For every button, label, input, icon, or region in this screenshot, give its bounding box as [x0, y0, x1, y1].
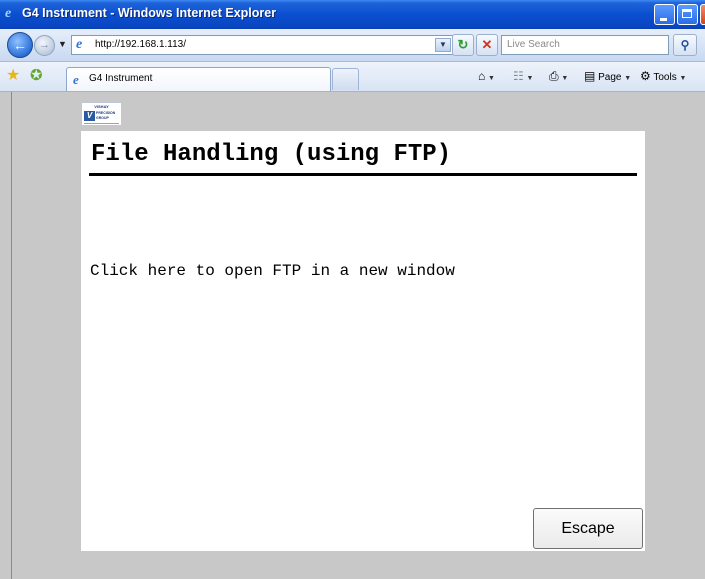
- logo-mark: V: [84, 111, 95, 121]
- escape-button[interactable]: Escape: [533, 508, 643, 549]
- page-icon: e: [76, 37, 83, 52]
- logo-sub-text: PRECISION GROUP: [96, 111, 116, 120]
- back-button[interactable]: ←: [7, 32, 33, 58]
- page-menu-label: Page: [598, 72, 622, 83]
- stop-button[interactable]: ✕: [476, 34, 498, 56]
- refresh-button[interactable]: ↻: [452, 34, 474, 56]
- logo-top-text: VISHAY: [94, 104, 109, 109]
- home-icon[interactable]: ⌂ ▼: [478, 69, 495, 83]
- new-tab-button[interactable]: [332, 68, 359, 90]
- page-menu-icon: ▤: [584, 69, 596, 83]
- tab-g4-instrument[interactable]: e G4 Instrument: [66, 67, 331, 91]
- minimize-button[interactable]: [654, 4, 675, 25]
- maximize-button[interactable]: [677, 4, 698, 25]
- page-title: File Handling (using FTP): [91, 141, 452, 168]
- page-icon: e: [73, 72, 79, 87]
- print-icon[interactable]: ⎙ ▼: [549, 69, 568, 84]
- address-url: http://192.168.1.113/: [95, 39, 187, 50]
- window-title: G4 Instrument - Windows Internet Explore…: [22, 6, 277, 20]
- gear-icon: ⚙: [640, 69, 651, 83]
- search-button[interactable]: ⚲: [673, 34, 697, 56]
- address-dropdown-button[interactable]: ▼: [435, 38, 451, 52]
- main-panel: File Handling (using FTP) Click here to …: [81, 131, 645, 551]
- close-button[interactable]: [700, 4, 705, 25]
- ie-logo-icon: e: [5, 6, 12, 21]
- favorites-star-icon[interactable]: ★: [6, 67, 20, 85]
- tools-menu-label: Tools: [653, 72, 677, 83]
- vishay-logo: VISHAY V PRECISION GROUP: [81, 102, 122, 126]
- tab-label: G4 Instrument: [89, 73, 153, 84]
- open-ftp-link[interactable]: Click here to open FTP in a new window: [90, 262, 455, 280]
- search-input[interactable]: Live Search: [501, 35, 669, 55]
- feeds-icon[interactable]: ☷ ▼: [513, 69, 533, 83]
- page-menu[interactable]: ▤ Page ▼: [584, 69, 631, 83]
- address-toolbar: ← → ▼ e http://192.168.1.113/ ▼ ↻ ✕ Live…: [0, 29, 705, 62]
- recent-pages-dropdown[interactable]: ▼: [58, 39, 67, 49]
- title-divider: [89, 173, 637, 176]
- logo-underline: [84, 123, 119, 124]
- tab-bar: ★ ✪ e G4 Instrument ⌂ ▼ ☷ ▼ ⎙ ▼ ▤ Page ▼…: [0, 62, 705, 92]
- add-favorites-icon[interactable]: ✪: [30, 67, 43, 85]
- address-field[interactable]: e http://192.168.1.113/ ▼: [71, 35, 456, 55]
- tools-menu[interactable]: ⚙ Tools ▼: [640, 69, 686, 83]
- forward-button[interactable]: →: [34, 35, 55, 56]
- window-titlebar[interactable]: e G4 Instrument - Windows Internet Explo…: [0, 0, 705, 29]
